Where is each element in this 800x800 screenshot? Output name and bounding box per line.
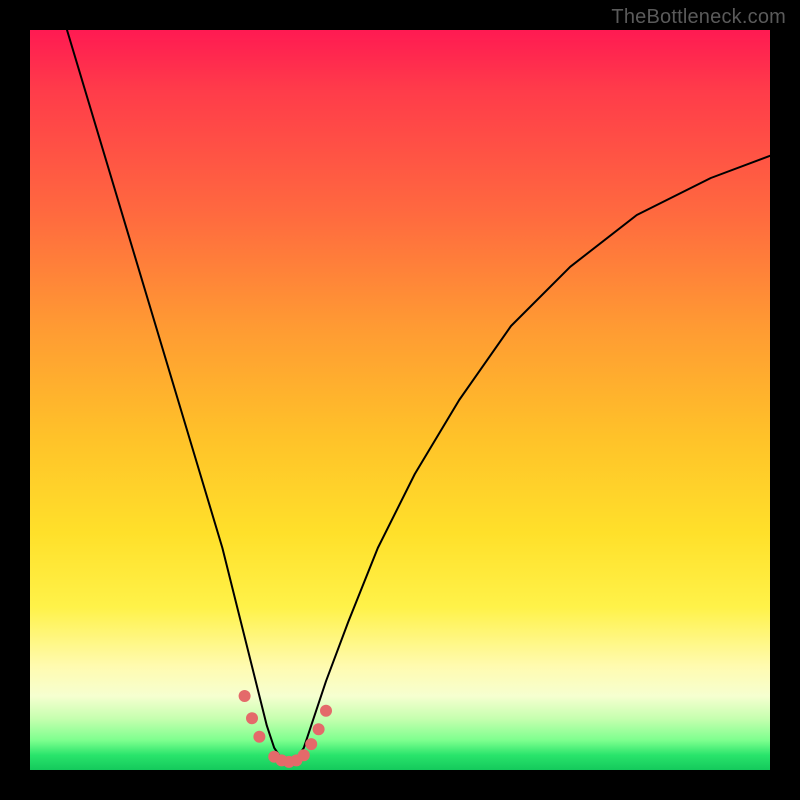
chart-plot-area [30, 30, 770, 770]
watermark-text: TheBottleneck.com [611, 6, 786, 29]
chart-frame: TheBottleneck.com [0, 0, 800, 800]
